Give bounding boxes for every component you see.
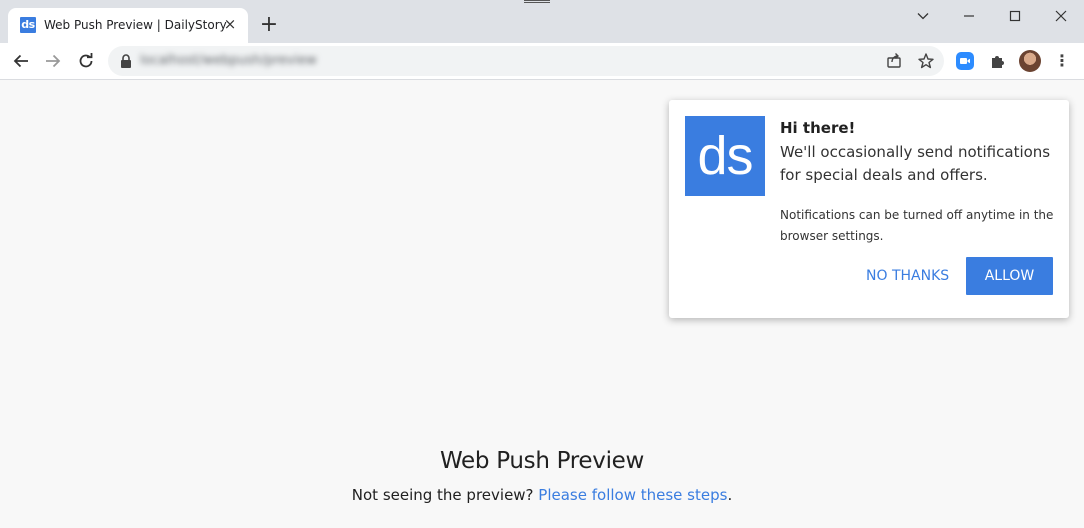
arrow-left-icon [13, 54, 28, 68]
maximize-button[interactable] [993, 4, 1037, 28]
bookmark-button[interactable] [916, 51, 936, 71]
extensions-button[interactable] [986, 49, 1010, 73]
tab-title: Web Push Preview | DailyStory [44, 18, 227, 32]
follow-steps-link[interactable]: Please follow these steps [538, 486, 727, 504]
dailystory-favicon-icon: ds [20, 17, 36, 33]
maximize-icon [1009, 10, 1021, 22]
prompt-note: Notifications can be turned off anytime … [780, 208, 1054, 243]
dailystory-logo: ds [685, 116, 765, 196]
tab-close-icon[interactable]: × [220, 14, 240, 34]
reload-icon [79, 53, 93, 68]
allow-button[interactable]: ALLOW [966, 257, 1053, 295]
star-icon [918, 53, 934, 69]
puzzle-piece-icon [992, 56, 1004, 68]
address-bar[interactable]: localhost/webpush/preview [108, 46, 944, 76]
tab-strip: ds Web Push Preview | DailyStory × + [0, 0, 1084, 43]
push-permission-prompt: ds Hi there! We'll occasionally send not… [669, 100, 1069, 318]
prompt-message: We'll occasionally send notifications fo… [780, 143, 1051, 184]
forward-button[interactable] [41, 49, 65, 73]
arrow-right-icon [46, 54, 61, 68]
close-window-button[interactable] [1039, 4, 1083, 28]
reload-button[interactable] [74, 49, 98, 73]
new-tab-button[interactable]: + [258, 14, 280, 36]
page-title: Web Push Preview [439, 448, 645, 474]
page-subtitle: Not seeing the preview? Please follow th… [0, 486, 1084, 504]
minimize-icon [964, 15, 974, 17]
page-subtitle-text: Not seeing the preview? [351, 486, 539, 504]
chevron-down-icon [917, 13, 929, 20]
profile-avatar[interactable] [1019, 50, 1041, 72]
zoom-extension-icon[interactable] [956, 52, 974, 70]
video-camera-icon [960, 58, 970, 64]
minimize-button[interactable] [947, 4, 991, 28]
no-thanks-button[interactable]: NO THANKS [856, 257, 959, 295]
browser-menu-icon[interactable]: ⋮ [1054, 51, 1070, 71]
browser-tab-active[interactable]: ds Web Push Preview | DailyStory × [8, 8, 248, 43]
share-icon [887, 53, 901, 68]
window-drag-handle[interactable] [524, 0, 550, 3]
share-button[interactable] [884, 51, 904, 71]
url-text[interactable]: localhost/webpush/preview [140, 53, 317, 68]
browser-toolbar: localhost/webpush/preview ⋮ [0, 43, 1084, 80]
lock-icon [121, 54, 131, 68]
tab-search-button[interactable] [901, 4, 945, 28]
close-icon [1055, 10, 1067, 22]
prompt-heading: Hi there! [780, 119, 856, 137]
page-subtitle-period: . [727, 486, 733, 504]
back-button[interactable] [9, 49, 33, 73]
